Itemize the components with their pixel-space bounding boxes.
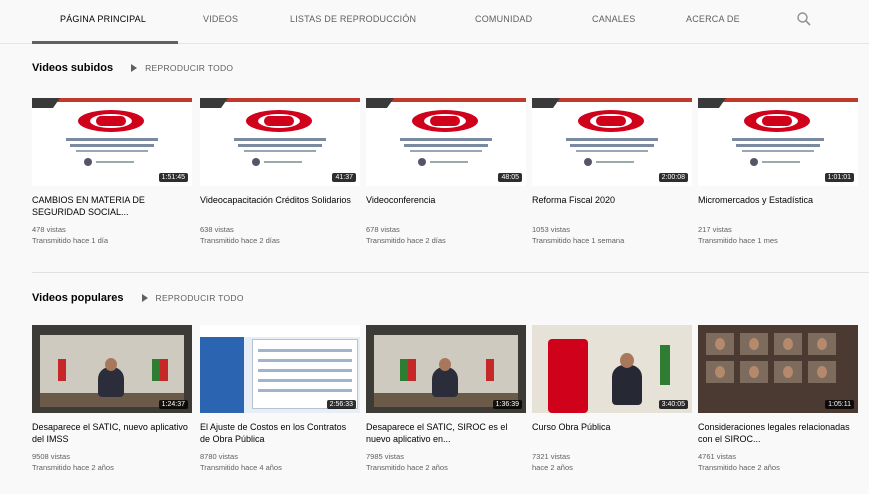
tab-canales[interactable]: Canales [592, 14, 635, 24]
uploads-play-all-button[interactable]: Reproducir todo [131, 63, 233, 73]
video-meta: 638 vistas Transmitido hace 2 días [200, 224, 356, 246]
duration-badge: 1:01:01 [824, 173, 854, 182]
video-card[interactable]: 2:00:08 Reforma Fiscal 2020 1053 vistas … [532, 98, 692, 246]
view-count: 7321 vistas [532, 452, 570, 461]
video-thumbnail[interactable]: 2:00:08 [532, 98, 692, 186]
video-title[interactable]: Curso Obra Pública [532, 421, 688, 445]
video-meta: 9508 vistas Transmitido hace 2 años [32, 451, 188, 473]
popular-shelf: 1:24:37 Desaparece el SATIC, nuevo aplic… [32, 325, 869, 494]
video-thumbnail[interactable]: 41:37 [200, 98, 360, 186]
section-divider [32, 272, 869, 273]
video-meta: 4761 vistas Transmitido hace 2 años [698, 451, 854, 473]
upload-date: hace 2 años [532, 463, 573, 472]
duration-badge: 1:24:37 [158, 400, 188, 409]
video-title[interactable]: Consideraciones legales relacionadas con… [698, 421, 854, 445]
play-all-label: Reproducir todo [155, 293, 244, 303]
upload-date: Transmitido hace 1 semana [532, 236, 625, 245]
upload-date: Transmitido hace 2 días [200, 236, 280, 245]
video-title[interactable]: El Ajuste de Costos en los Contratos de … [200, 421, 356, 445]
upload-date: Transmitido hace 1 día [32, 236, 109, 245]
popular-header: Videos populares Reproducir todo [32, 288, 244, 308]
duration-badge: 48:05 [498, 173, 522, 182]
video-title[interactable]: Videoconferencia [366, 194, 522, 218]
upload-date: Transmitido hace 4 años [200, 463, 282, 472]
search-icon[interactable] [796, 11, 812, 27]
duration-badge: 2:56:33 [326, 400, 356, 409]
video-card[interactable]: 48:05 Videoconferencia 678 vistas Transm… [366, 98, 526, 246]
video-card[interactable]: 1:05:11 Consideraciones legales relacion… [698, 325, 858, 473]
video-card[interactable]: 1:36:39 Desaparece el SATIC, SIROC es el… [366, 325, 526, 473]
video-meta: 217 vistas Transmitido hace 1 mes [698, 224, 854, 246]
popular-play-all-button[interactable]: Reproducir todo [141, 293, 244, 303]
video-card[interactable]: 1:24:37 Desaparece el SATIC, nuevo aplic… [32, 325, 192, 473]
view-count: 8780 vistas [200, 452, 238, 461]
video-thumbnail[interactable]: 1:05:11 [698, 325, 858, 413]
duration-badge: 2:00:08 [658, 173, 688, 182]
tab-comunidad[interactable]: Comunidad [475, 14, 532, 24]
video-card[interactable]: 3:40:05 Curso Obra Pública 7321 vistas h… [532, 325, 692, 473]
video-meta: 7985 vistas Transmitido hace 2 años [366, 451, 522, 473]
video-thumbnail[interactable]: 2:56:33 [200, 325, 360, 413]
tab-videos[interactable]: Videos [203, 14, 238, 24]
video-thumbnail[interactable]: 48:05 [366, 98, 526, 186]
view-count: 4761 vistas [698, 452, 736, 461]
view-count: 678 vistas [366, 225, 400, 234]
duration-badge: 1:05:11 [825, 400, 854, 409]
video-meta: 8780 vistas Transmitido hace 4 años [200, 451, 356, 473]
video-meta: 7321 vistas hace 2 años [532, 451, 688, 473]
video-title[interactable]: CAMBIOS EN MATERIA DE SEGURIDAD SOCIAL..… [32, 194, 188, 218]
view-count: 217 vistas [698, 225, 732, 234]
upload-date: Transmitido hace 2 años [32, 463, 114, 472]
video-thumbnail[interactable]: 1:01:01 [698, 98, 858, 186]
popular-title[interactable]: Videos populares [32, 292, 124, 304]
view-count: 638 vistas [200, 225, 234, 234]
view-count: 7985 vistas [366, 452, 404, 461]
video-card[interactable]: 41:37 Videocapacitación Créditos Solidar… [200, 98, 360, 246]
play-icon [131, 64, 138, 72]
tab-acerca-de[interactable]: Acerca de [686, 14, 740, 24]
video-meta: 1053 vistas Transmitido hace 1 semana [532, 224, 688, 246]
video-title[interactable]: Micromercados y Estadística [698, 194, 854, 218]
video-title[interactable]: Videocapacitación Créditos Solidarios [200, 194, 356, 218]
view-count: 9508 vistas [32, 452, 70, 461]
video-card[interactable]: 2:56:33 El Ajuste de Costos en los Contr… [200, 325, 360, 473]
video-thumbnail[interactable]: 1:24:37 [32, 325, 192, 413]
video-meta: 478 vistas Transmitido hace 1 día [32, 224, 188, 246]
play-icon [141, 294, 148, 302]
video-card[interactable]: 1:01:01 Micromercados y Estadística 217 … [698, 98, 858, 246]
video-thumbnail[interactable]: 1:51:45 [32, 98, 192, 186]
tab-pagina-principal[interactable]: Página principal [60, 14, 146, 24]
video-title[interactable]: Desaparece el SATIC, SIROC es el nuevo a… [366, 421, 522, 445]
uploads-title[interactable]: Videos subidos [32, 62, 113, 74]
video-title[interactable]: Reforma Fiscal 2020 [532, 194, 688, 218]
upload-date: Transmitido hace 2 años [366, 463, 448, 472]
tab-listas[interactable]: Listas de reproducción [290, 14, 416, 24]
video-card[interactable]: 1:51:45 CAMBIOS EN MATERIA DE SEGURIDAD … [32, 98, 192, 246]
upload-date: Transmitido hace 2 días [366, 236, 446, 245]
duration-badge: 1:51:45 [158, 173, 188, 182]
video-title[interactable]: Desaparece el SATIC, nuevo aplicativo de… [32, 421, 188, 445]
view-count: 478 vistas [32, 225, 66, 234]
channel-tabs: Página principal Videos Listas de reprod… [0, 0, 869, 44]
duration-badge: 41:37 [332, 173, 356, 182]
play-all-label: Reproducir todo [145, 63, 234, 73]
view-count: 1053 vistas [532, 225, 570, 234]
upload-date: Transmitido hace 1 mes [698, 236, 778, 245]
upload-date: Transmitido hace 2 años [698, 463, 780, 472]
uploads-shelf: 1:51:45 CAMBIOS EN MATERIA DE SEGURIDAD … [32, 98, 869, 278]
uploads-header: Videos subidos Reproducir todo [32, 58, 233, 78]
duration-badge: 1:36:39 [492, 400, 522, 409]
video-meta: 678 vistas Transmitido hace 2 días [366, 224, 522, 246]
active-tab-indicator [32, 41, 178, 44]
duration-badge: 3:40:05 [658, 400, 688, 409]
video-thumbnail[interactable]: 3:40:05 [532, 325, 692, 413]
video-thumbnail[interactable]: 1:36:39 [366, 325, 526, 413]
